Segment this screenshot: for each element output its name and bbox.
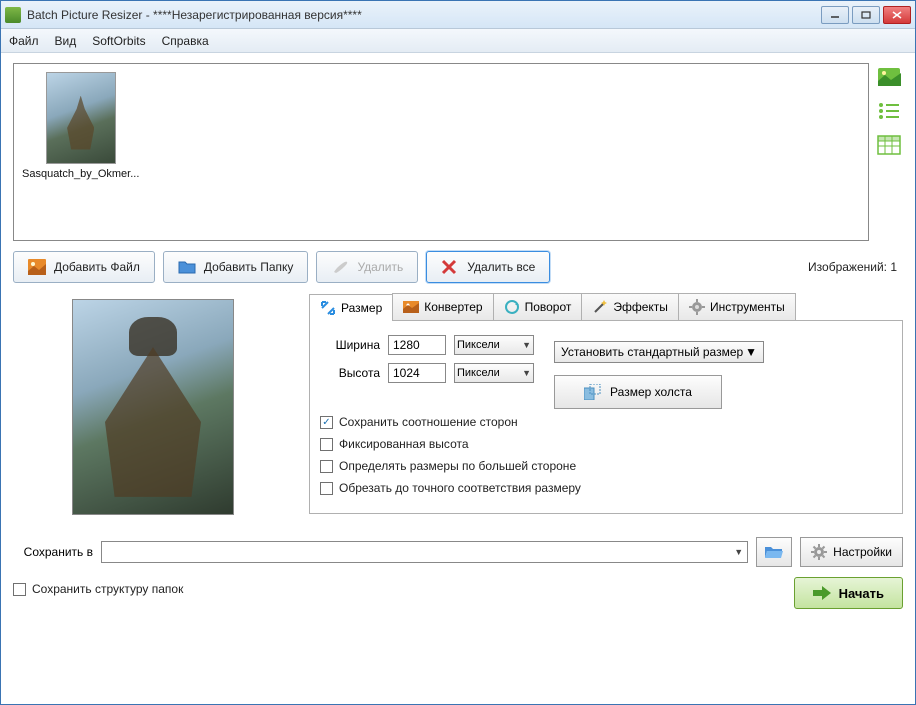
fixed-height-checkbox[interactable]: Фиксированная высота bbox=[320, 437, 892, 451]
gear-icon bbox=[811, 544, 827, 560]
tab-content-size: Ширина Пиксели▼ Высота Пиксели▼ У bbox=[309, 321, 903, 514]
delete-all-label: Удалить все bbox=[467, 260, 535, 274]
thumbnail-panel[interactable]: Sasquatch_by_Okmer... bbox=[13, 63, 869, 241]
preview-image bbox=[72, 299, 234, 515]
menu-help[interactable]: Справка bbox=[162, 34, 209, 48]
titlebar: Batch Picture Resizer - ****Незарегистри… bbox=[1, 1, 915, 29]
keep-folder-structure-checkbox[interactable]: Сохранить структуру папок bbox=[13, 582, 183, 596]
tab-converter-label: Конвертер bbox=[424, 300, 482, 314]
canvas-size-button[interactable]: Размер холста bbox=[554, 375, 722, 409]
tab-effects[interactable]: Эффекты bbox=[581, 293, 679, 320]
gear-icon bbox=[689, 299, 705, 315]
tab-effects-label: Эффекты bbox=[613, 300, 668, 314]
brush-icon bbox=[331, 259, 349, 275]
checkbox-icon bbox=[320, 482, 333, 495]
checkbox-icon bbox=[13, 583, 26, 596]
bottom-row: Сохранить структуру папок Начать bbox=[13, 577, 903, 609]
width-label: Ширина bbox=[320, 338, 380, 352]
height-input[interactable] bbox=[388, 363, 446, 383]
add-folder-label: Добавить Папку bbox=[204, 260, 294, 274]
start-button[interactable]: Начать bbox=[794, 577, 903, 609]
close-button[interactable] bbox=[883, 6, 911, 24]
menubar: Файл Вид SoftOrbits Справка bbox=[1, 29, 915, 53]
delete-all-button[interactable]: Удалить все bbox=[426, 251, 550, 283]
checkbox-icon bbox=[320, 438, 333, 451]
checkbox-icon bbox=[320, 460, 333, 473]
menu-view[interactable]: Вид bbox=[55, 34, 77, 48]
folder-open-icon bbox=[764, 544, 784, 560]
tab-tools[interactable]: Инструменты bbox=[678, 293, 796, 320]
view-mode-icons bbox=[875, 63, 903, 241]
tab-size-label: Размер bbox=[341, 301, 382, 315]
browse-folder-button[interactable] bbox=[756, 537, 792, 567]
file-toolbar: Добавить Файл Добавить Папку Удалить Уда… bbox=[13, 251, 903, 283]
tab-strip: Размер Конвертер Поворот Эффекты bbox=[309, 293, 903, 321]
tab-rotate-label: Поворот bbox=[525, 300, 572, 314]
add-file-button[interactable]: Добавить Файл bbox=[13, 251, 155, 283]
height-label: Высота bbox=[320, 366, 380, 380]
width-unit-select[interactable]: Пиксели▼ bbox=[454, 335, 534, 355]
delete-button[interactable]: Удалить bbox=[316, 251, 418, 283]
thumbnail-area: Sasquatch_by_Okmer... bbox=[13, 63, 903, 241]
thumbnail-image bbox=[46, 72, 116, 164]
settings-button[interactable]: Настройки bbox=[800, 537, 903, 567]
main-area: Размер Конвертер Поворот Эффекты bbox=[13, 293, 903, 521]
add-folder-button[interactable]: Добавить Папку bbox=[163, 251, 309, 283]
add-file-label: Добавить Файл bbox=[54, 260, 140, 274]
width-input[interactable] bbox=[388, 335, 446, 355]
content-area: Sasquatch_by_Okmer... Добавить Файл Доба… bbox=[1, 53, 915, 619]
canvas-label: Размер холста bbox=[610, 385, 692, 399]
by-larger-side-checkbox[interactable]: Определять размеры по большей стороне bbox=[320, 459, 892, 473]
app-icon bbox=[5, 7, 21, 23]
wand-icon bbox=[592, 299, 608, 315]
tab-tools-label: Инструменты bbox=[710, 300, 785, 314]
x-icon bbox=[441, 259, 459, 275]
checkbox-icon: ✓ bbox=[320, 416, 333, 429]
save-to-combo[interactable]: ▼ bbox=[101, 541, 748, 563]
tab-size[interactable]: Размер bbox=[309, 294, 393, 321]
play-arrow-icon bbox=[813, 586, 831, 600]
keep-ratio-checkbox[interactable]: ✓ Сохранить соотношение сторон bbox=[320, 415, 892, 429]
settings-pane: Размер Конвертер Поворот Эффекты bbox=[309, 293, 903, 521]
maximize-button[interactable] bbox=[852, 6, 880, 24]
preset-size-select[interactable]: Установить стандартный размер▼ bbox=[554, 341, 764, 363]
crop-exact-checkbox[interactable]: Обрезать до точного соответствия размеру bbox=[320, 481, 892, 495]
picture-icon bbox=[28, 259, 46, 275]
save-row: Сохранить в ▼ Настройки bbox=[13, 537, 903, 567]
thumbnail-item[interactable]: Sasquatch_by_Okmer... bbox=[22, 72, 139, 180]
window-title: Batch Picture Resizer - ****Незарегистри… bbox=[27, 8, 821, 22]
canvas-icon bbox=[584, 384, 602, 400]
settings-label: Настройки bbox=[833, 545, 892, 559]
thumbnail-label: Sasquatch_by_Okmer... bbox=[22, 168, 139, 180]
minimize-button[interactable] bbox=[821, 6, 849, 24]
folder-icon bbox=[178, 259, 196, 275]
tab-converter[interactable]: Конвертер bbox=[392, 293, 493, 320]
menu-softorbits[interactable]: SoftOrbits bbox=[92, 34, 145, 48]
delete-label: Удалить bbox=[357, 260, 403, 274]
menu-file[interactable]: Файл bbox=[9, 34, 39, 48]
start-label: Начать bbox=[839, 586, 884, 601]
converter-icon bbox=[403, 299, 419, 315]
window-controls bbox=[821, 6, 911, 24]
view-list-icon[interactable] bbox=[877, 101, 901, 121]
height-unit-select[interactable]: Пиксели▼ bbox=[454, 363, 534, 383]
view-details-icon[interactable] bbox=[877, 135, 901, 155]
view-thumbnails-icon[interactable] bbox=[877, 67, 901, 87]
save-to-label: Сохранить в bbox=[13, 545, 93, 559]
resize-icon bbox=[320, 300, 336, 316]
image-count: Изображений: 1 bbox=[808, 260, 897, 274]
tab-rotate[interactable]: Поворот bbox=[493, 293, 583, 320]
app-window: Batch Picture Resizer - ****Незарегистри… bbox=[0, 0, 916, 705]
rotate-icon bbox=[504, 299, 520, 315]
preview-pane bbox=[13, 293, 293, 521]
